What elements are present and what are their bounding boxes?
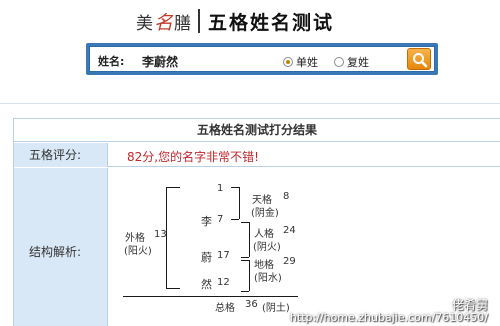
score-text: 82分,您的名字非常不错! xyxy=(127,150,259,164)
search-bar: 姓名: 李蔚然 单姓 复姓 xyxy=(86,43,438,75)
char-0-num: 1 xyxy=(217,183,224,194)
di-bracket-line xyxy=(249,260,250,291)
tian-bracket-bottom xyxy=(231,219,239,220)
ren-element: (阴火) xyxy=(253,242,281,253)
radio-single-label: 单姓 xyxy=(296,56,318,69)
char-1-num: 7 xyxy=(217,214,224,225)
ren-bracket-bottom xyxy=(241,257,249,258)
char-3: 然 xyxy=(201,278,212,291)
radio-single-surname[interactable]: 单姓 xyxy=(283,54,318,70)
logo-char-mei: 美 xyxy=(136,13,153,34)
di-bracket-top xyxy=(241,260,249,261)
watermark-url: http://home.zhubajie.com/7610450/ xyxy=(289,311,488,324)
di-num: 29 xyxy=(283,256,296,267)
di-bracket-bottom xyxy=(241,291,249,292)
analysis-label: 结构解析: xyxy=(29,245,82,259)
result-panel: 五格姓名测试打分结果 五格评分: 82分,您的名字非常不错! 结构解析: xyxy=(13,118,500,326)
zong-rule xyxy=(123,296,298,297)
score-row: 五格评分: 82分,您的名字非常不错! xyxy=(14,143,500,167)
char-2: 蔚 xyxy=(201,251,212,264)
ren-bracket-line xyxy=(249,222,250,257)
char-3-num: 12 xyxy=(217,277,230,288)
score-label: 五格评分: xyxy=(14,143,108,167)
name-input[interactable]: 李蔚然 xyxy=(142,53,178,70)
ren-num: 24 xyxy=(283,225,296,236)
tian-num: 8 xyxy=(283,191,290,202)
result-title: 五格姓名测试打分结果 xyxy=(14,119,500,142)
char-2-num: 17 xyxy=(217,250,230,261)
wai-bracket-top xyxy=(166,187,180,188)
ren-bracket-top xyxy=(241,222,249,223)
radio-dot[interactable] xyxy=(334,57,344,67)
logo-char-ming: 名 xyxy=(154,11,174,34)
page-title: 五格姓名测试 xyxy=(208,11,335,34)
search-button[interactable] xyxy=(407,48,431,70)
name-field-label: 姓名: xyxy=(98,55,125,68)
radio-dot-selected[interactable] xyxy=(283,57,293,67)
radio-double-surname[interactable]: 复姓 xyxy=(334,54,369,70)
zong-element: (阴土) xyxy=(262,303,290,314)
header-divider xyxy=(198,9,201,33)
char-1: 李 xyxy=(201,215,212,228)
analysis-label-cell: 结构解析: xyxy=(14,168,108,326)
tian-bracket-top xyxy=(231,187,239,188)
zong-label: 总格 xyxy=(215,303,235,314)
search-form: 姓名: 李蔚然 单姓 复姓 xyxy=(89,46,435,72)
wai-element: (阳火) xyxy=(124,246,152,257)
logo-char-shan: 膳 xyxy=(174,13,192,34)
wai-bracket-bottom xyxy=(166,288,180,289)
tian-bracket-line xyxy=(239,187,240,219)
di-element: (阳水) xyxy=(254,273,282,284)
radio-double-label: 复姓 xyxy=(347,56,369,69)
wai-num: 13 xyxy=(154,229,167,240)
tian-element: (阴金) xyxy=(251,208,279,219)
site-header: 美 名 膳 五格姓名测试 xyxy=(136,8,334,34)
zong-num: 36 xyxy=(245,299,258,310)
search-icon xyxy=(413,53,428,68)
content-divider xyxy=(0,103,500,104)
